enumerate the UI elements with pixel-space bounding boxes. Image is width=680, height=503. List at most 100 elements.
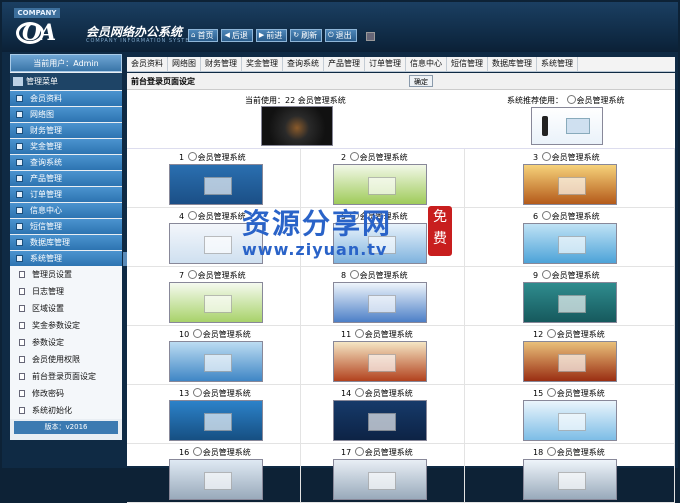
template-number: 5 (341, 212, 347, 221)
sidebar-item[interactable]: 数据库管理 (10, 235, 122, 250)
template-name: 会员管理系统 (202, 389, 251, 398)
template-name: 会员管理系统 (197, 212, 246, 221)
template-radio[interactable] (192, 329, 202, 338)
back-button[interactable]: ◀ 后退 (221, 29, 253, 42)
sidebar-item[interactable]: 信息中心 (10, 203, 122, 218)
template-option[interactable]: 13 会员管理系统 (127, 385, 301, 444)
home-button[interactable]: ⌂ 首页 (188, 29, 219, 42)
current-template-row: 当前使用：22 会员管理系统 系统推荐使用： 会员管理系统 (127, 90, 675, 149)
template-option[interactable]: 17 会员管理系统 (301, 444, 465, 503)
template-radio[interactable] (187, 152, 197, 161)
tab[interactable]: 财务管理 (201, 57, 242, 71)
sidebar-subitem[interactable]: 会员使用权限 (10, 351, 122, 368)
template-option[interactable]: 16 会员管理系统 (127, 444, 301, 503)
template-radio[interactable] (349, 270, 359, 279)
template-option[interactable]: 3 会员管理系统 (465, 149, 675, 208)
confirm-button[interactable]: 确定 (409, 75, 433, 87)
template-name: 会员管理系统 (556, 330, 605, 339)
sidebar-subitem[interactable]: 参数设定 (10, 334, 122, 351)
sidebar-subitem[interactable]: 系统初始化 (10, 402, 122, 419)
template-option[interactable]: 15 会员管理系统 (465, 385, 675, 444)
sidebar-subitem[interactable]: 日志管理 (10, 283, 122, 300)
template-radio[interactable] (349, 152, 359, 161)
page-icon (19, 288, 25, 295)
template-number: 8 (341, 271, 347, 280)
template-radio[interactable] (354, 388, 364, 397)
sidebar-item[interactable]: 产品管理 (10, 171, 122, 186)
recommend-radio[interactable] (566, 95, 576, 104)
menu-title: 管理菜单 (26, 77, 58, 86)
template-option[interactable]: 1 会员管理系统 (127, 149, 301, 208)
sidebar-subitem-label: 会员使用权限 (32, 355, 80, 364)
template-option[interactable]: 5 会员管理系统 (301, 208, 465, 267)
template-radio[interactable] (187, 211, 197, 220)
template-thumbnail (169, 459, 263, 500)
template-radio[interactable] (192, 447, 202, 456)
template-radio[interactable] (192, 388, 202, 397)
template-radio[interactable] (541, 270, 551, 279)
sidebar-subitem[interactable]: 前台登录页面设定 (10, 368, 122, 385)
sidebar-item-label: 奖金管理 (30, 142, 62, 151)
template-option[interactable]: 6 会员管理系统 (465, 208, 675, 267)
tab[interactable]: 产品管理 (324, 57, 365, 71)
template-option[interactable]: 10 会员管理系统 (127, 326, 301, 385)
sidebar-subitem[interactable]: 奖金参数设定 (10, 317, 122, 334)
sidebar-item[interactable]: 奖金管理 (10, 139, 122, 154)
page-icon (19, 271, 25, 278)
page-icon (19, 322, 25, 329)
tab[interactable]: 查询系统 (283, 57, 324, 71)
template-option[interactable]: 2 会员管理系统 (301, 149, 465, 208)
template-radio[interactable] (541, 152, 551, 161)
tab[interactable]: 短信管理 (447, 57, 488, 71)
sidebar-item[interactable]: 订单管理 (10, 187, 122, 202)
sidebar-item-label: 网络图 (30, 110, 54, 119)
template-radio[interactable] (541, 211, 551, 220)
sidebar-item[interactable]: 网络图 (10, 107, 122, 122)
template-option[interactable]: 12 会员管理系统 (465, 326, 675, 385)
page-icon (19, 407, 25, 414)
logout-button[interactable]: ⏻ 退出 (325, 29, 357, 42)
sidebar-subitem[interactable]: 管理员设置 (10, 266, 122, 283)
tab[interactable]: 会员资料 (127, 57, 168, 71)
template-caption: 8 会员管理系统 (341, 270, 408, 281)
sidebar-subitem[interactable]: 区域设置 (10, 300, 122, 317)
template-radio[interactable] (546, 388, 556, 397)
template-radio[interactable] (187, 270, 197, 279)
tab[interactable]: 订单管理 (365, 57, 406, 71)
menu-square-icon (16, 111, 23, 118)
template-option[interactable]: 9 会员管理系统 (465, 267, 675, 326)
sidebar-item-label: 短信管理 (30, 222, 62, 231)
forward-button[interactable]: ▶ 前进 (255, 29, 288, 42)
template-radio[interactable] (349, 211, 359, 220)
tab[interactable]: 奖金管理 (242, 57, 283, 71)
tab[interactable]: 数据库管理 (488, 57, 537, 71)
template-number: 2 (341, 153, 347, 162)
template-name: 会员管理系统 (202, 330, 251, 339)
template-radio[interactable] (546, 329, 556, 338)
sidebar-subitem[interactable]: 修改密码 (10, 385, 122, 402)
template-name: 会员管理系统 (551, 212, 600, 221)
refresh-button[interactable]: ↻ 刷新 (290, 29, 323, 42)
sidebar-item[interactable]: 短信管理 (10, 219, 122, 234)
sidebar-item[interactable]: 会员资料 (10, 91, 122, 106)
template-option[interactable]: 14 会员管理系统 (301, 385, 465, 444)
template-option[interactable]: 8 会员管理系统 (301, 267, 465, 326)
tab[interactable]: 信息中心 (406, 57, 447, 71)
template-radio[interactable] (354, 447, 364, 456)
tab[interactable]: 网络图 (168, 57, 201, 71)
template-number: 15 (533, 389, 544, 398)
tab[interactable]: 系统管理 (537, 57, 578, 71)
template-name: 会员管理系统 (197, 271, 246, 280)
template-radio[interactable] (354, 329, 364, 338)
template-caption: 5 会员管理系统 (341, 211, 408, 222)
template-radio[interactable] (546, 447, 556, 456)
sidebar-item[interactable]: 系统管理 (10, 251, 122, 266)
sidebar-item[interactable]: 财务管理 (10, 123, 122, 138)
menu-grid-icon[interactable] (366, 32, 375, 41)
sidebar-item[interactable]: 查询系统 (10, 155, 122, 170)
top-nav: ⌂ 首页 ◀ 后退 ▶ 前进 ↻ 刷新 ⏻ 退出 (188, 29, 357, 42)
template-option[interactable]: 11 会员管理系统 (301, 326, 465, 385)
template-option[interactable]: 4 会员管理系统 (127, 208, 301, 267)
template-option[interactable]: 18 会员管理系统 (465, 444, 675, 503)
template-option[interactable]: 7 会员管理系统 (127, 267, 301, 326)
